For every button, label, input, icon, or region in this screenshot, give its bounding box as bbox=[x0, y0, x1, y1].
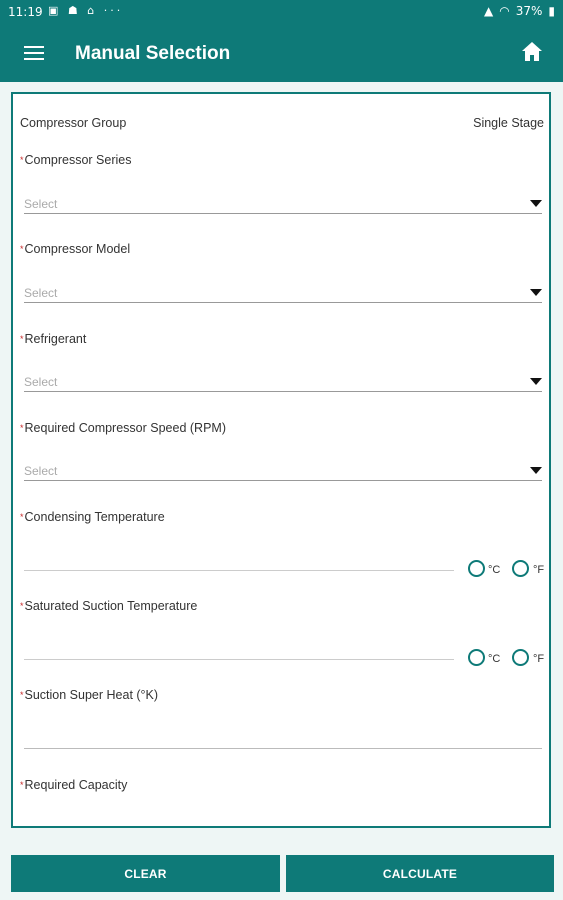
compressor-series-select[interactable]: Select bbox=[24, 197, 57, 211]
compressor-speed-select[interactable]: Select bbox=[24, 464, 57, 478]
battery-percent: 37% bbox=[515, 4, 543, 18]
compressor-model-dropdown-icon[interactable] bbox=[530, 289, 542, 296]
condensing-celsius-label: °C bbox=[488, 564, 501, 576]
app-bar: Manual Selection bbox=[0, 24, 563, 82]
battery-icon: ▮ bbox=[548, 4, 555, 18]
compressor-speed-dropdown-icon[interactable] bbox=[530, 467, 542, 474]
compressor-series-label: *Compressor Series bbox=[20, 153, 132, 167]
compressor-model-label: *Compressor Model bbox=[20, 242, 130, 256]
compressor-series-underline bbox=[24, 213, 542, 214]
suction-fahrenheit-radio[interactable] bbox=[512, 649, 529, 666]
required-capacity-label-text: Required Capacity bbox=[24, 778, 128, 792]
condensing-temperature-label: *Condensing Temperature bbox=[20, 510, 165, 524]
condensing-temperature-input[interactable] bbox=[24, 570, 454, 571]
condensing-fahrenheit-radio[interactable] bbox=[512, 560, 529, 577]
signal-icon: ▲ bbox=[484, 4, 494, 18]
suction-celsius-radio[interactable] bbox=[468, 649, 485, 666]
refrigerant-underline bbox=[24, 391, 542, 392]
compressor-model-label-text: Compressor Model bbox=[24, 242, 131, 256]
suction-super-heat-label-text: Suction Super Heat (°K) bbox=[24, 688, 159, 702]
clear-button[interactable]: CLEAR bbox=[11, 855, 280, 892]
condensing-temperature-label-text: Condensing Temperature bbox=[24, 510, 165, 524]
calculate-button[interactable]: CALCULATE bbox=[286, 855, 554, 892]
compressor-series-dropdown-icon[interactable] bbox=[530, 200, 542, 207]
suction-temperature-label-text: Saturated Suction Temperature bbox=[24, 599, 198, 613]
suction-super-heat-input[interactable] bbox=[24, 748, 542, 749]
suction-fahrenheit-label: °F bbox=[533, 653, 545, 665]
suction-temperature-label: *Saturated Suction Temperature bbox=[20, 599, 197, 613]
compressor-speed-label-text: Required Compressor Speed (RPM) bbox=[24, 421, 226, 435]
page-title: Manual Selection bbox=[75, 43, 231, 64]
home-icon[interactable] bbox=[520, 40, 544, 64]
status-right: ▲ ◠ 37% ▮ bbox=[484, 4, 555, 18]
required-marker: * bbox=[20, 690, 24, 700]
menu-icon[interactable] bbox=[24, 46, 44, 60]
required-marker: * bbox=[20, 334, 24, 344]
required-marker: * bbox=[20, 601, 24, 611]
compressor-model-underline bbox=[24, 302, 542, 303]
compressor-group-value: Single Stage bbox=[473, 116, 544, 130]
compressor-speed-label: *Required Compressor Speed (RPM) bbox=[20, 421, 226, 435]
notification-icons: ▣ ☗ ⌂ ··· bbox=[48, 4, 124, 17]
required-marker: * bbox=[20, 244, 24, 254]
required-marker: * bbox=[20, 155, 24, 165]
status-bar: 11:19 ▣ ☗ ⌂ ··· ▲ ◠ 37% ▮ bbox=[0, 0, 563, 24]
status-time: 11:19 bbox=[8, 5, 43, 19]
required-marker: * bbox=[20, 780, 24, 790]
suction-celsius-label: °C bbox=[488, 653, 501, 665]
refrigerant-dropdown-icon[interactable] bbox=[530, 378, 542, 385]
compressor-group-label: Compressor Group bbox=[20, 116, 127, 130]
refrigerant-label: *Refrigerant bbox=[20, 332, 86, 346]
compressor-series-label-text: Compressor Series bbox=[24, 153, 132, 167]
compressor-speed-underline bbox=[24, 480, 542, 481]
condensing-celsius-radio[interactable] bbox=[468, 560, 485, 577]
selection-form: Compressor Group Single Stage *Compresso… bbox=[11, 92, 551, 828]
required-marker: * bbox=[20, 423, 24, 433]
suction-super-heat-label: *Suction Super Heat (°K) bbox=[20, 688, 158, 702]
suction-temperature-input[interactable] bbox=[24, 659, 454, 660]
wifi-icon: ◠ bbox=[499, 4, 510, 18]
compressor-model-select[interactable]: Select bbox=[24, 286, 57, 300]
required-marker: * bbox=[20, 512, 24, 522]
condensing-fahrenheit-label: °F bbox=[533, 564, 545, 576]
refrigerant-select[interactable]: Select bbox=[24, 375, 57, 389]
refrigerant-label-text: Refrigerant bbox=[24, 332, 87, 346]
required-capacity-label: *Required Capacity bbox=[20, 778, 127, 792]
